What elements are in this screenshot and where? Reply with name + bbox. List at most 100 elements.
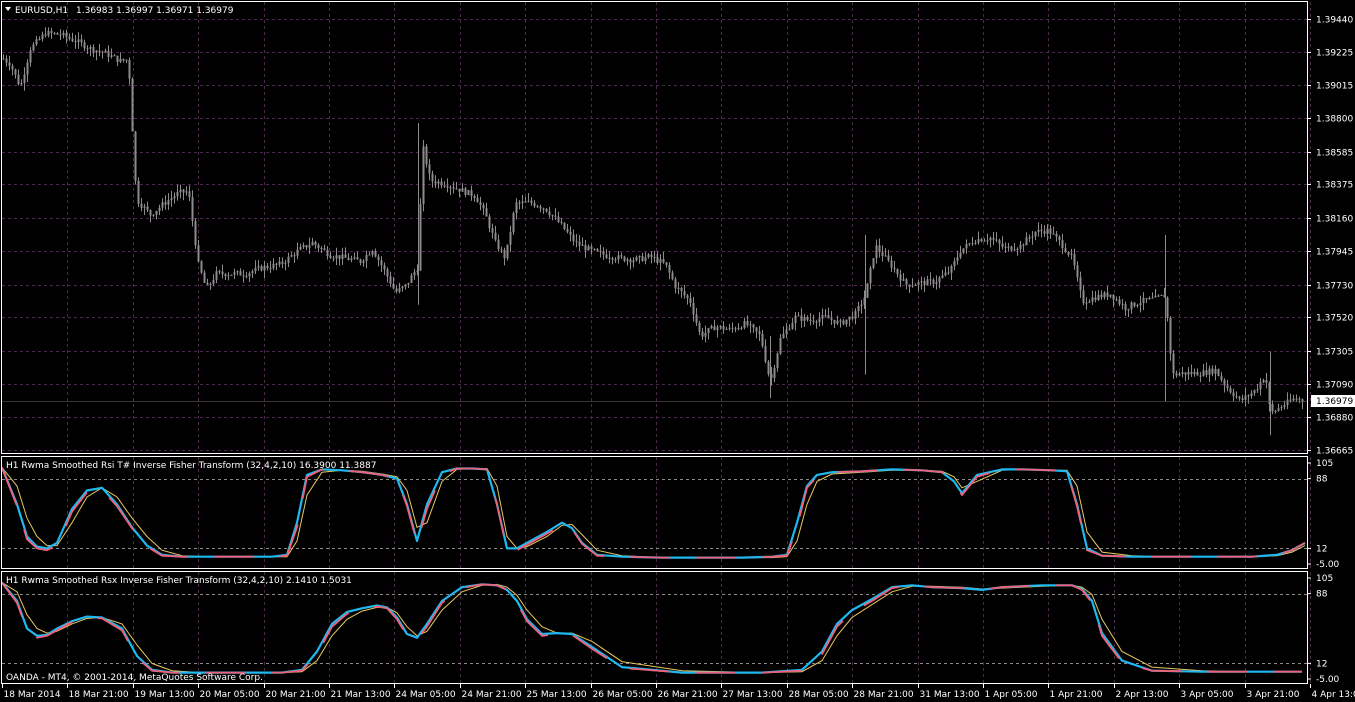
candle-body — [1148, 297, 1151, 300]
candle-body — [236, 271, 239, 273]
time-tick-label: 18 Mar 2014 — [4, 690, 61, 700]
candle-body — [830, 318, 833, 320]
candle-body — [914, 284, 917, 286]
candle-body — [1205, 370, 1208, 375]
candle-body — [935, 282, 938, 284]
candle-body — [920, 281, 923, 283]
candle-body — [707, 328, 710, 333]
candle-body — [1058, 236, 1061, 241]
candle-body — [1271, 403, 1274, 412]
candle-body — [35, 39, 38, 45]
candle-body — [473, 196, 476, 199]
candle-body — [557, 216, 560, 222]
candle-body — [584, 245, 587, 251]
candle-body — [614, 259, 617, 261]
price-tick-label: 1.38800 — [1316, 115, 1353, 125]
candle-body — [623, 256, 626, 261]
candle-body — [149, 210, 152, 216]
candle-body — [506, 244, 509, 259]
candle-body — [1082, 290, 1085, 304]
candle-body — [539, 206, 542, 209]
candle-body — [1037, 229, 1040, 232]
candle-body — [488, 216, 491, 229]
candle-body — [1034, 231, 1037, 237]
candle-body — [905, 279, 908, 285]
candle-body — [527, 200, 530, 202]
candle-body — [827, 315, 830, 319]
candle-body — [1181, 372, 1184, 374]
candle-body — [743, 320, 746, 329]
candle-body — [368, 254, 371, 256]
candle-body — [461, 188, 464, 192]
candle-body — [1193, 371, 1196, 374]
indicator-level-label: -5.00 — [1316, 560, 1340, 570]
candle-body — [248, 273, 251, 277]
candle-body — [1256, 389, 1259, 391]
candle-body — [1175, 373, 1178, 376]
candle-body — [413, 272, 416, 276]
candle-body — [296, 249, 299, 256]
candle-body — [1289, 399, 1292, 401]
candle-body — [785, 329, 788, 334]
time-tick-label: 31 Mar 13:00 — [920, 690, 980, 700]
candle-body — [998, 240, 1001, 244]
candle-body — [917, 282, 920, 285]
candle-body — [554, 215, 557, 217]
candle-body — [1097, 294, 1100, 300]
ohlc-values: 1.36983 1.36997 1.36971 1.36979 — [76, 6, 234, 16]
candle-body — [533, 202, 536, 207]
candle-body — [656, 257, 659, 263]
time-tick-label: 26 Mar 05:00 — [593, 690, 653, 700]
candle-body — [347, 257, 350, 260]
candle-body — [20, 83, 23, 85]
candle-body — [536, 206, 539, 208]
candle-body — [1142, 298, 1145, 304]
candle-body — [896, 269, 899, 275]
candle-body — [335, 255, 338, 259]
candle-body — [272, 263, 275, 269]
candle-body — [722, 325, 725, 330]
candle-body — [1112, 294, 1115, 300]
candle-body — [815, 321, 818, 323]
candle-body — [407, 282, 410, 285]
trading-chart[interactable]: EURUSD,H1 1.36983 1.36997 1.36971 1.3697… — [0, 0, 1355, 702]
candle-body — [1079, 277, 1082, 291]
candle-body — [836, 320, 839, 324]
candle-body — [86, 48, 89, 50]
candle-body — [65, 32, 68, 38]
candle-body — [728, 327, 731, 329]
candle-body — [980, 239, 983, 242]
indicator-level-label: 105 — [1316, 459, 1333, 469]
candle-body — [1028, 237, 1031, 239]
candle-body — [1280, 407, 1283, 409]
indicator-level-label: 12 — [1316, 659, 1327, 669]
candle-body — [719, 325, 722, 328]
candle-body — [452, 187, 455, 189]
candle-body — [428, 164, 431, 174]
candle-body — [8, 62, 11, 66]
candle-body — [1019, 244, 1022, 249]
indicator-level-label: 12 — [1316, 544, 1327, 554]
candle-body — [791, 323, 794, 329]
candle-body — [287, 256, 290, 263]
candle-body — [698, 322, 701, 332]
candle-body — [755, 327, 758, 332]
candle-body — [641, 255, 644, 261]
candle-body — [1016, 248, 1019, 250]
candle-body — [128, 59, 131, 79]
candle-body — [773, 368, 776, 379]
candle-body — [101, 51, 104, 53]
candle-body — [140, 203, 143, 208]
candle-body — [314, 241, 317, 245]
candle-body — [380, 260, 383, 266]
candle-body — [176, 191, 179, 197]
candle-body — [731, 327, 734, 329]
candle-body — [227, 275, 230, 277]
candle-body — [1067, 252, 1070, 255]
candle-body — [596, 249, 599, 251]
candle-body — [56, 32, 59, 35]
candle-body — [1040, 229, 1043, 232]
candle-body — [431, 173, 434, 182]
candle-body — [1232, 392, 1235, 397]
time-tick-label: 26 Mar 21:00 — [658, 690, 718, 700]
